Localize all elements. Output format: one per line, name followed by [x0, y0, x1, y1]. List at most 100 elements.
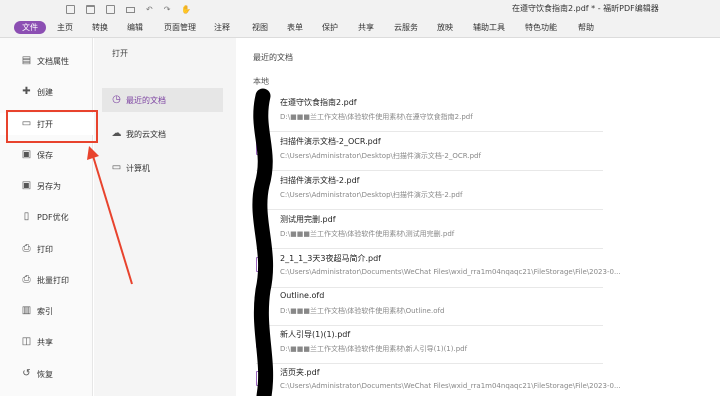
- recent-file-row[interactable]: 扫描件演示文档-2_OCR.pdf C:\Users\Administrator…: [256, 132, 603, 171]
- menu-protect[interactable]: 保护: [322, 22, 338, 33]
- sidebar-item-share[interactable]: ◫ 共享: [0, 331, 93, 353]
- sidebar-item-label: 保存: [37, 151, 53, 160]
- recent-file-row[interactable]: 扫描件演示文档-2.pdf C:\Users\Administrator\Des…: [256, 171, 603, 210]
- sidebar-item-label: 共享: [37, 338, 53, 347]
- sidebar-item-index[interactable]: ▥ 索引: [0, 300, 93, 322]
- menu-cloud[interactable]: 云服务: [394, 22, 418, 33]
- pdf-file-icon: [256, 218, 268, 233]
- create-icon: ✚: [22, 86, 31, 97]
- file-path: D:\■■■兰工作文档\体验软件使用素材\测试用完删.pdf: [280, 230, 455, 238]
- file-path: C:\Users\Administrator\Desktop\扫描件演示文档-2…: [280, 191, 463, 199]
- new-doc-icon[interactable]: [66, 4, 75, 14]
- menu-features[interactable]: 特色功能: [525, 22, 557, 33]
- menu-help[interactable]: 帮助: [578, 22, 594, 33]
- file-name: 扫描件演示文档-2.pdf: [280, 176, 360, 185]
- source-recent-documents[interactable]: ◷ 最近的文档: [102, 88, 223, 112]
- file-path: C:\Users\Administrator\Documents\WeChat …: [280, 268, 621, 276]
- recent-file-row[interactable]: 2_1_1_3天3夜超马简介.pdf C:\Users\Administrato…: [256, 249, 621, 288]
- recent-documents-pane: 最近的文档 本地 在遵守饮食指南2.pdf D:\■■■兰工作文档\体验软件使用…: [236, 38, 720, 396]
- save-icon[interactable]: [106, 4, 115, 14]
- save-as-icon: ▣: [21, 180, 32, 191]
- menu-slideshow[interactable]: 放映: [437, 22, 453, 33]
- source-label: 我的云文档: [126, 130, 166, 139]
- batch-print-icon: ⎙: [22, 274, 31, 285]
- sidebar-item-label: 索引: [37, 307, 53, 316]
- document-properties-icon: ▤: [21, 55, 32, 66]
- menu-form[interactable]: 表单: [287, 22, 303, 33]
- recent-file-row[interactable]: 测试用完删.pdf D:\■■■兰工作文档\体验软件使用素材\测试用完删.pdf: [256, 210, 603, 249]
- recent-file-row[interactable]: Outline.ofd D:\■■■兰工作文档\体验软件使用素材\Outline…: [256, 287, 603, 326]
- menu-share[interactable]: 共享: [358, 22, 374, 33]
- open-panel-title: 打开: [112, 49, 128, 58]
- print-icon: ⎙: [22, 243, 31, 254]
- menu-bar: 文件 主页 转换 编辑 页面管理 注释 视图 表单 保护 共享 云服务 放映 辅…: [0, 18, 720, 38]
- ofd-file-icon: [256, 295, 268, 310]
- recent-file-row[interactable]: 新人引导(1)(1).pdf D:\■■■兰工作文档\体验软件使用素材\新人引导…: [256, 325, 603, 364]
- menu-convert[interactable]: 转换: [92, 22, 108, 33]
- computer-icon: ▭: [111, 162, 122, 173]
- open-folder-icon[interactable]: [86, 4, 95, 14]
- title-bar: ↶ ↷ ✋ 在遵守饮食指南2.pdf * - 福昕PDF编辑器: [0, 0, 720, 18]
- redo-icon[interactable]: ↷: [164, 5, 171, 14]
- hand-tool-icon[interactable]: ✋: [181, 5, 191, 14]
- pdf-file-icon: [256, 140, 268, 155]
- file-path: C:\Users\Administrator\Documents\WeChat …: [280, 382, 621, 390]
- sidebar-item-create[interactable]: ✚ 创建: [0, 81, 93, 103]
- menu-view[interactable]: 视图: [252, 22, 268, 33]
- save-icon: ▣: [21, 149, 32, 160]
- sidebar-item-save-as[interactable]: ▣ 另存为: [0, 175, 93, 197]
- sidebar-item-restore[interactable]: ↺ 恢复: [0, 363, 93, 385]
- sidebar-item-label: 另存为: [37, 182, 61, 191]
- quick-access-toolbar: ↶ ↷ ✋: [66, 4, 191, 14]
- share-icon: ◫: [21, 336, 32, 347]
- cloud-icon: ☁: [111, 128, 122, 139]
- pdf-file-icon: [256, 179, 268, 194]
- highlight-box: [6, 110, 98, 143]
- file-name: 新人引导(1)(1).pdf: [280, 330, 351, 339]
- sidebar-item-properties[interactable]: ▤ 文档属性: [0, 50, 93, 72]
- pdf-optimize-icon: ▯: [23, 211, 30, 222]
- menu-home[interactable]: 主页: [57, 22, 73, 33]
- file-name: 活页夹.pdf: [280, 368, 320, 377]
- file-path: C:\Users\Administrator\Desktop\扫描件演示文档-2…: [280, 152, 481, 160]
- sidebar-item-label: 文档属性: [37, 57, 69, 66]
- recent-title: 最近的文档: [253, 53, 293, 62]
- recent-file-row[interactable]: 在遵守饮食指南2.pdf D:\■■■兰工作文档\体验软件使用素材\在遵守饮食指…: [256, 93, 603, 132]
- file-name: Outline.ofd: [280, 291, 325, 300]
- pdf-file-icon: [256, 371, 268, 386]
- open-source-panel: 打开 ◷ 最近的文档 ☁ 我的云文档 ▭ 计算机: [94, 38, 236, 396]
- sidebar-item-label: 恢复: [37, 370, 53, 379]
- pdf-file-icon: [256, 333, 268, 348]
- menu-accessibility[interactable]: 辅助工具: [473, 22, 505, 33]
- file-sidebar: ▤ 文档属性 ✚ 创建 ▭ 打开 ▣ 保存 ▣ 另存为 ▯ PDF优化 ⎙ 打印…: [0, 38, 93, 396]
- local-section-label: 本地: [253, 77, 269, 86]
- window-title: 在遵守饮食指南2.pdf * - 福昕PDF编辑器: [512, 4, 659, 13]
- file-path: D:\■■■兰工作文档\体验软件使用素材\Outline.ofd: [280, 307, 445, 315]
- sidebar-item-label: 创建: [37, 88, 53, 97]
- sidebar-item-label: PDF优化: [37, 213, 69, 222]
- restore-icon: ↺: [22, 368, 31, 379]
- file-name: 扫描件演示文档-2_OCR.pdf: [280, 137, 381, 146]
- pdf-file-icon: [256, 101, 268, 116]
- source-my-cloud[interactable]: ☁ 我的云文档: [102, 122, 223, 146]
- index-icon: ▥: [21, 305, 32, 316]
- file-menu-button[interactable]: 文件: [14, 21, 46, 34]
- sidebar-item-label: 打印: [37, 245, 53, 254]
- undo-icon[interactable]: ↶: [146, 5, 153, 14]
- file-name: 2_1_1_3天3夜超马简介.pdf: [280, 254, 381, 263]
- pdf-file-icon: [256, 257, 268, 272]
- recent-file-row[interactable]: 活页夹.pdf C:\Users\Administrator\Documents…: [256, 363, 621, 396]
- file-name: 在遵守饮食指南2.pdf: [280, 98, 357, 107]
- clock-icon: ◷: [112, 94, 121, 105]
- menu-page-manage[interactable]: 页面管理: [164, 22, 196, 33]
- print-icon[interactable]: [126, 7, 135, 13]
- menu-annotate[interactable]: 注释: [214, 22, 230, 33]
- source-computer[interactable]: ▭ 计算机: [102, 156, 223, 180]
- sidebar-item-pdf-optimize[interactable]: ▯ PDF优化: [0, 206, 93, 228]
- source-label: 计算机: [126, 164, 150, 173]
- menu-edit[interactable]: 编辑: [127, 22, 143, 33]
- sidebar-item-batch-print[interactable]: ⎙ 批量打印: [0, 269, 93, 291]
- sidebar-item-save[interactable]: ▣ 保存: [0, 144, 93, 166]
- sidebar-item-print[interactable]: ⎙ 打印: [0, 238, 93, 260]
- file-path: D:\■■■兰工作文档\体验软件使用素材\新人引导(1)(1).pdf: [280, 345, 468, 353]
